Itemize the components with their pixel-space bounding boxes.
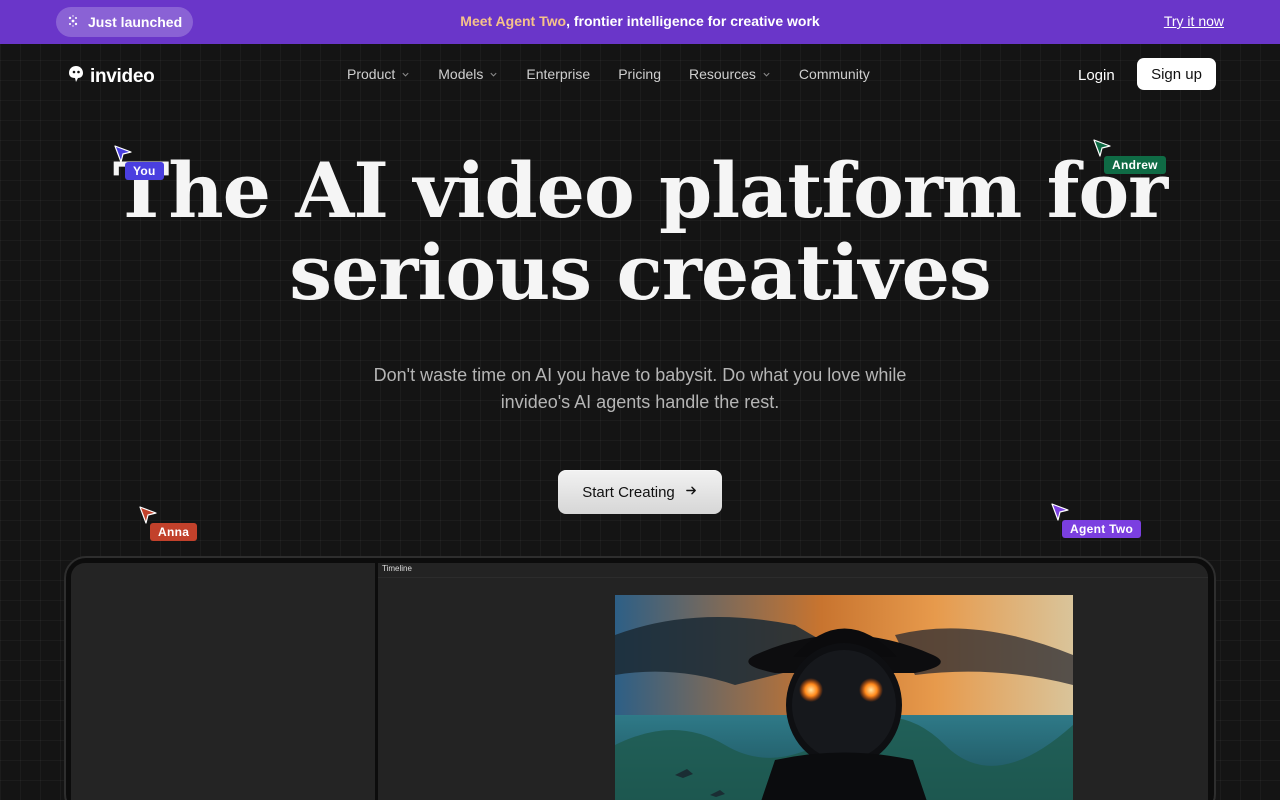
nav-item-models[interactable]: Models bbox=[438, 66, 498, 82]
announcement-text: , frontier intelligence for creative wor… bbox=[566, 13, 820, 29]
logo-icon bbox=[66, 64, 86, 90]
title-line-2: serious creatives bbox=[289, 228, 991, 317]
nav-item-product[interactable]: Product bbox=[347, 66, 410, 82]
page-title: The AI video platform for serious creati… bbox=[0, 150, 1280, 314]
announcement-highlight: Meet Agent Two bbox=[460, 13, 567, 29]
editor-sidebar-panel bbox=[71, 563, 375, 800]
cursor-label: Anna bbox=[150, 523, 198, 541]
announcement-bar: Just launched Meet Agent Two, frontier i… bbox=[0, 0, 1280, 44]
editor-main-panel: Timeline bbox=[378, 563, 1208, 800]
hero-subtitle: Don't waste time on AI you have to babys… bbox=[373, 365, 907, 412]
nav-item-label: Pricing bbox=[618, 66, 661, 82]
nav-item-enterprise[interactable]: Enterprise bbox=[526, 66, 590, 82]
timeline-label: Timeline bbox=[382, 564, 412, 573]
cursor-label: You bbox=[125, 162, 164, 180]
nav-item-label: Enterprise bbox=[526, 66, 591, 82]
invideo-logo[interactable]: invideo bbox=[66, 64, 155, 90]
nav-item-pricing[interactable]: Pricing bbox=[618, 66, 661, 82]
top-nav: invideo Product Models Enterprise Pricin… bbox=[0, 44, 1280, 104]
sign-up-button[interactable]: Sign up bbox=[1137, 58, 1216, 90]
nav-item-label: Community bbox=[798, 66, 870, 82]
nav-item-label: Resources bbox=[689, 66, 756, 82]
login-link[interactable]: Login bbox=[1078, 67, 1115, 84]
video-preview-image bbox=[615, 595, 1073, 800]
chevron-down-icon bbox=[762, 66, 771, 82]
logo-text: invideo bbox=[90, 66, 155, 87]
chevron-down-icon bbox=[401, 66, 410, 82]
nav-item-label: Product bbox=[347, 66, 396, 82]
editor-preview: Timeline bbox=[64, 556, 1216, 800]
title-line-1: The AI video platform for bbox=[112, 146, 1168, 235]
nav-item-label: Models bbox=[438, 66, 484, 82]
arrow-right-icon bbox=[685, 484, 698, 501]
nav-item-resources[interactable]: Resources bbox=[689, 66, 771, 82]
cursor-label: Agent Two bbox=[1062, 520, 1142, 538]
cta-label: Start Creating bbox=[582, 483, 675, 501]
try-it-now-link[interactable]: Try it now bbox=[1164, 13, 1224, 29]
chevron-down-icon bbox=[489, 66, 498, 82]
start-creating-button[interactable]: Start Creating bbox=[558, 470, 722, 514]
announcement-message: Meet Agent Two, frontier intelligence fo… bbox=[0, 13, 1280, 29]
panel-header-divider bbox=[378, 577, 1208, 578]
nav-links: Product Models Enterprise Pricing Resour… bbox=[347, 66, 898, 82]
cursor-label: Andrew bbox=[1104, 156, 1166, 174]
nav-item-community[interactable]: Community bbox=[799, 66, 870, 82]
